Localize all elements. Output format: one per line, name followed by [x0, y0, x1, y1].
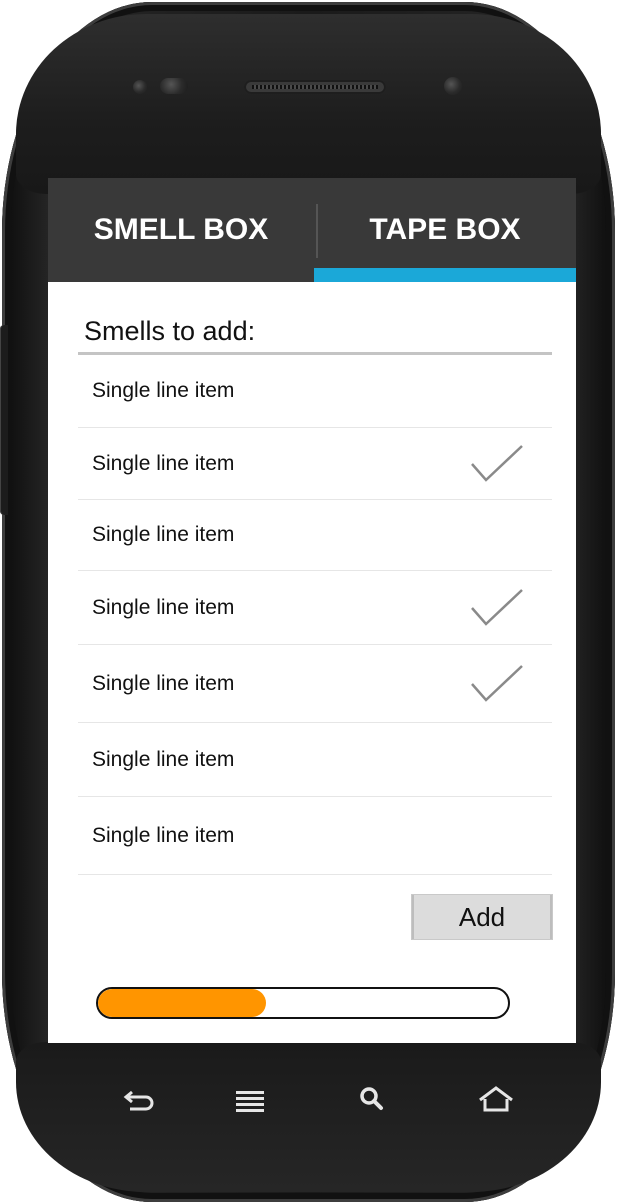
list-item[interactable]: Single line item [78, 428, 552, 500]
tab-bar: SMELL BOX TAPE BOX [48, 178, 576, 282]
selected-tab-indicator [314, 268, 576, 282]
phone-top-bezel [16, 14, 601, 194]
tab-smell-box[interactable]: SMELL BOX [48, 178, 314, 282]
list-item[interactable]: Single line item [78, 723, 552, 797]
app-screen: SMELL BOX TAPE BOX Smells to add: Single… [48, 178, 576, 1043]
progress-bar [96, 987, 510, 1019]
earpiece-speaker [244, 80, 386, 94]
list-item-label: Single line item [92, 671, 235, 695]
checkmark-icon [471, 588, 523, 626]
home-icon [479, 1086, 513, 1112]
section-title: Smells to add: [84, 316, 256, 346]
list-item-label: Single line item [92, 747, 235, 771]
menu-icon [236, 1091, 264, 1112]
list-item-label: Single line item [92, 523, 235, 546]
list-item-label: Single line item [92, 451, 235, 475]
list-item[interactable]: Single line item [78, 797, 552, 875]
search-button[interactable] [354, 1082, 398, 1118]
home-button[interactable] [476, 1082, 520, 1118]
tab-tape-box[interactable]: TAPE BOX [314, 178, 576, 282]
back-icon [123, 1090, 154, 1111]
checkmark-icon [471, 664, 523, 702]
light-sensor-icon [160, 78, 188, 94]
front-camera-icon [444, 77, 462, 95]
smell-list: Single line item Single line item Single l… [78, 355, 552, 875]
list-item[interactable]: Single line item [78, 571, 552, 645]
progress-fill [98, 989, 267, 1017]
list-item[interactable]: Single line item [78, 355, 552, 428]
list-item[interactable]: Single line item [78, 645, 552, 723]
add-button[interactable]: Add [411, 894, 553, 940]
menu-button[interactable] [232, 1082, 276, 1118]
list-item[interactable]: Single line item [78, 500, 552, 571]
list-item-label: Single line item [92, 379, 235, 402]
checkmark-icon [471, 444, 523, 482]
proximity-sensor-icon [133, 80, 147, 94]
list-item-label: Single line item [92, 595, 235, 619]
list-item-label: Single line item [92, 823, 235, 847]
search-icon [360, 1087, 383, 1110]
volume-key[interactable] [0, 325, 8, 515]
back-button[interactable] [118, 1082, 162, 1118]
